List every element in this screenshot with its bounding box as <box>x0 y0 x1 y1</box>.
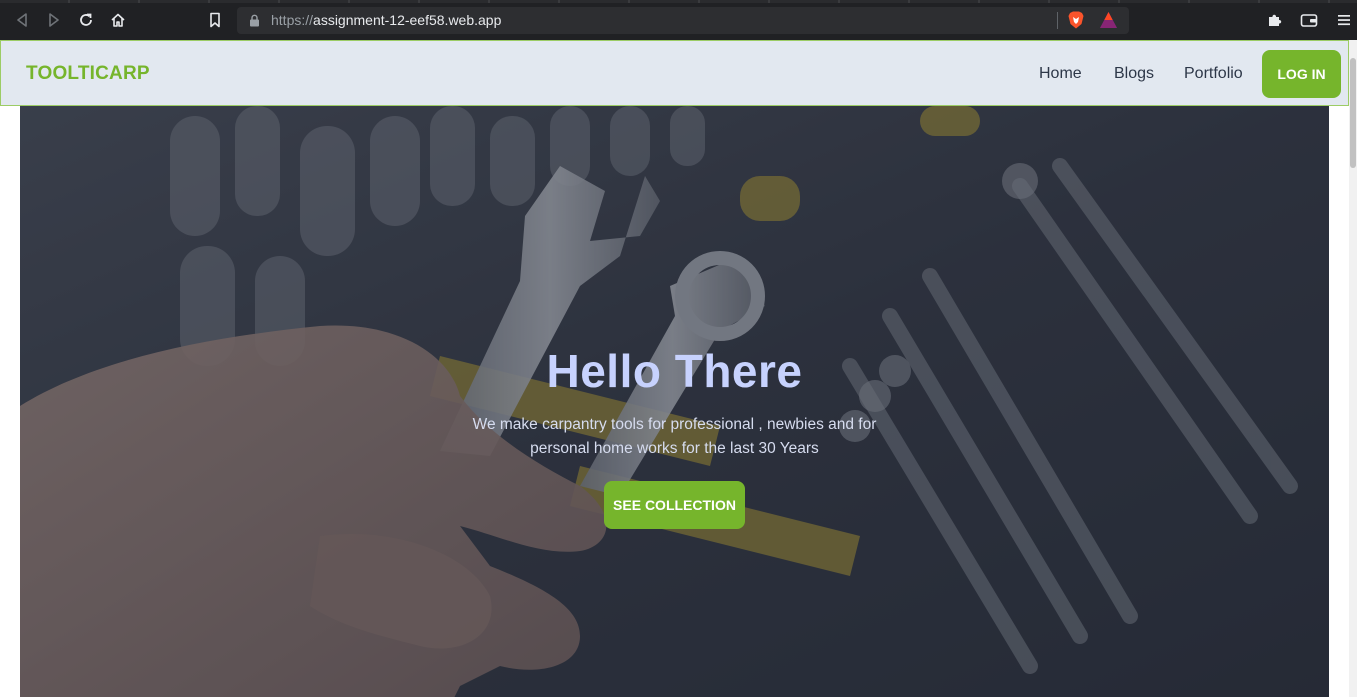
hero-title: Hello There <box>546 345 803 397</box>
scrollbar-thumb[interactable] <box>1350 58 1356 168</box>
brave-shields-icon[interactable] <box>1067 10 1085 30</box>
address-bar[interactable]: https://assignment-12-eef58.web.app <box>237 7 1129 34</box>
browser-toolbar: https://assignment-12-eef58.web.app <box>0 0 1357 40</box>
reload-icon <box>80 13 92 26</box>
hero-banner: Hello There We make carpantry tools for … <box>20 106 1329 697</box>
page-scrollbar[interactable] <box>1349 40 1357 697</box>
see-collection-button[interactable]: SEE COLLECTION <box>604 481 745 529</box>
rewards-icon[interactable] <box>1099 11 1118 29</box>
reload-button[interactable] <box>75 9 97 31</box>
url-host: assignment-12-eef58.web.app <box>313 12 502 28</box>
lock-icon <box>250 14 259 27</box>
hamburger-menu-icon <box>1338 15 1350 26</box>
menu-button[interactable] <box>1333 9 1355 31</box>
puzzle-icon <box>1269 14 1282 26</box>
page-viewport: TOOLTICARP Home Blogs Portfolio LOG IN H… <box>0 40 1357 697</box>
home-icon <box>111 13 125 27</box>
hero-overlay <box>20 106 1329 697</box>
wallet-icon <box>1300 14 1318 27</box>
bookmark-button[interactable] <box>204 9 226 31</box>
nav-link-portfolio[interactable]: Portfolio <box>1184 65 1243 83</box>
address-divider <box>1057 12 1058 29</box>
back-button[interactable] <box>11 9 33 31</box>
nav-link-home[interactable]: Home <box>1039 65 1082 83</box>
home-button[interactable] <box>107 9 129 31</box>
forward-icon <box>49 13 59 27</box>
url-text: https://assignment-12-eef58.web.app <box>271 12 501 28</box>
bookmark-icon <box>210 12 220 28</box>
back-icon <box>17 13 27 27</box>
site-header: TOOLTICARP Home Blogs Portfolio LOG IN <box>0 40 1349 106</box>
brand-logo[interactable]: TOOLTICARP <box>26 63 150 85</box>
hero-description: We make carpantry tools for professional… <box>472 416 877 457</box>
extensions-button[interactable] <box>1264 9 1286 31</box>
login-button[interactable]: LOG IN <box>1262 50 1341 98</box>
nav-link-blogs[interactable]: Blogs <box>1114 65 1154 83</box>
tab-strip <box>0 0 1357 3</box>
forward-button[interactable] <box>43 9 65 31</box>
wallet-button[interactable] <box>1298 9 1320 31</box>
url-scheme: https:// <box>271 12 314 28</box>
